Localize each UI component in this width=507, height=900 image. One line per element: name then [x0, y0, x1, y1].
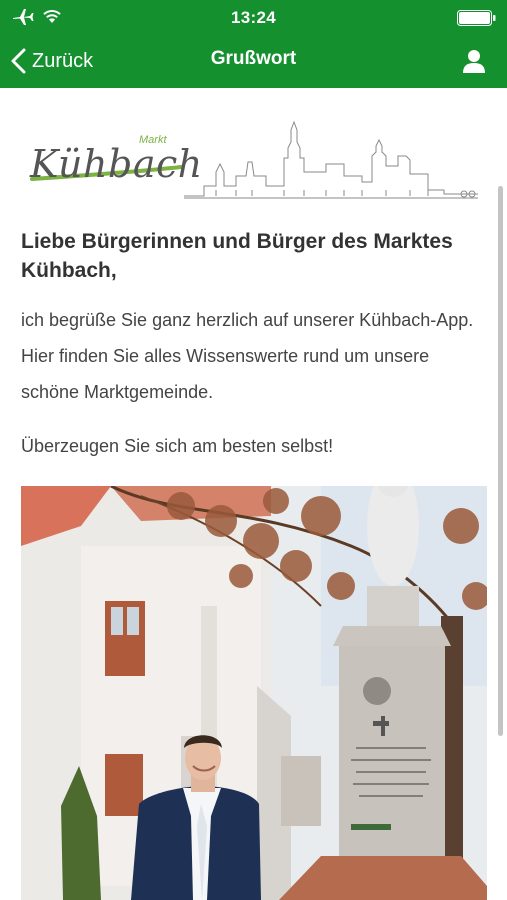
- greeting-paragraph: ich begrüße Sie ganz herzlich auf unsere…: [21, 310, 474, 402]
- mayor-photo: [21, 486, 487, 900]
- status-time: 13:24: [231, 8, 276, 27]
- page-title: Grußwort: [210, 48, 297, 69]
- nav-bar: Zurück Grußwort: [0, 34, 507, 88]
- app-header: 13:24 Zurück Grußwort: [0, 0, 507, 88]
- battery-icon: [457, 10, 496, 26]
- logo-name: Kühbach: [30, 142, 203, 186]
- kuehbach-logo: Markt Kühbach: [26, 106, 481, 208]
- closing-paragraph: Überzeugen Sie sich am besten selbst!: [21, 436, 334, 456]
- scrollbar[interactable]: [498, 186, 503, 736]
- greeting-headline: Liebe Bürgerinnen und Bürger des Marktes…: [21, 230, 453, 282]
- status-bar: 13:24: [0, 0, 507, 34]
- user-icon[interactable]: [461, 48, 487, 74]
- content-area[interactable]: Markt Kühbach Liebe Bürgerinnen und Bürg…: [0, 88, 507, 900]
